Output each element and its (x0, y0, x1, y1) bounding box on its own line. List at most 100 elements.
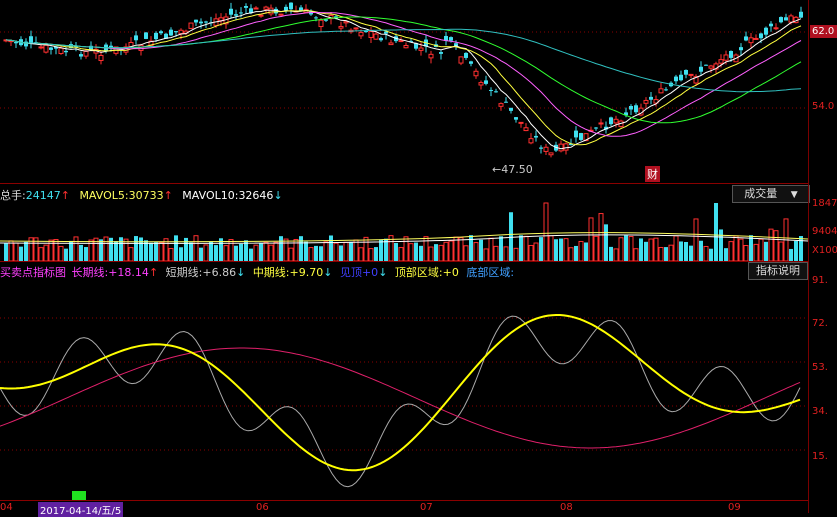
candle-body (799, 11, 803, 18)
volume-bar (584, 242, 588, 261)
volume-bar (633, 248, 639, 261)
candle-body (739, 47, 743, 51)
volume-bar (209, 241, 213, 261)
volume-bar (223, 245, 229, 261)
candle-body (263, 6, 269, 10)
volume-bar (333, 242, 339, 261)
candle-body (543, 146, 549, 152)
cursor-date-label: 2017-04-14/五/5 (38, 502, 124, 517)
volume-bar (268, 244, 274, 261)
volume-bar (103, 236, 109, 261)
volume-bar (314, 245, 318, 261)
indicator-chart[interactable] (0, 278, 808, 500)
candlestick-chart[interactable] (0, 0, 808, 185)
candle-body (229, 8, 233, 15)
volume-bar (374, 247, 378, 261)
volume-bar (699, 240, 703, 261)
candle-body (684, 69, 688, 75)
candle-body (629, 106, 633, 110)
volume-bar (343, 241, 349, 261)
candle-body (43, 44, 49, 53)
volume-bar (273, 241, 279, 261)
volume-bar (323, 241, 329, 261)
candle-body (64, 50, 68, 53)
candle-body (194, 19, 198, 23)
volume-bar (578, 240, 584, 261)
candle-body (253, 7, 259, 10)
candle-body (268, 7, 274, 15)
ma30-line (5, 16, 802, 124)
candle-body (159, 31, 163, 34)
financial-report-marker[interactable]: 财 (645, 166, 660, 182)
candle-body (658, 88, 664, 94)
indicator-tick: 34. (812, 406, 828, 417)
volume-bar (479, 239, 483, 261)
volume-bar (613, 248, 619, 261)
volume-bar (134, 236, 138, 261)
candle-body (484, 80, 488, 84)
volume-bar (618, 237, 624, 261)
low-price-marker: ←47.50 (492, 163, 533, 176)
candle-body (373, 33, 379, 40)
volume-bar (154, 242, 158, 261)
candle-body (144, 32, 148, 39)
candle-body (244, 6, 248, 8)
volume-bar (239, 243, 243, 261)
time-label: 08 (560, 502, 573, 513)
volume-bar (329, 235, 333, 261)
candle-body (338, 25, 344, 29)
volume-bar (488, 237, 494, 261)
candle-body (744, 36, 748, 41)
mid-line (0, 347, 801, 449)
volume-bar (719, 229, 723, 261)
candle-body (379, 38, 383, 41)
candle-body (368, 31, 374, 38)
volume-bar (563, 238, 569, 261)
volume-bar (149, 242, 153, 261)
volume-bar (179, 247, 183, 261)
candle-body (534, 135, 538, 138)
volume-bar (368, 248, 374, 261)
volume-bar (8, 240, 14, 261)
volume-tick: X100 (812, 245, 837, 256)
volume-bar (158, 241, 164, 261)
volume-bar (684, 241, 688, 261)
volume-bar (203, 244, 209, 261)
volume-bar (513, 247, 519, 261)
volume-bar (768, 228, 774, 261)
candle-body (473, 70, 479, 77)
volume-bar (624, 235, 628, 261)
volume-bar (533, 242, 539, 261)
volume-bar (658, 246, 664, 261)
price-axis[interactable]: 54.0 1847 9404 X100 91. 72. 53. 34. 15. (808, 0, 837, 513)
candle-body (769, 23, 773, 27)
volume-bar (733, 235, 739, 261)
candle-body (109, 45, 113, 48)
candle-body (514, 117, 518, 120)
volume-bar (339, 245, 343, 261)
volume-bar (664, 247, 668, 261)
candle-body (688, 73, 694, 76)
volume-bar (99, 239, 103, 261)
volume-bar (19, 246, 23, 261)
volume-bar (249, 248, 253, 261)
volume-bar (349, 241, 353, 261)
candle-body (523, 127, 529, 132)
volume-bar (693, 218, 699, 261)
volume-bar (628, 235, 634, 261)
candle-body (579, 133, 583, 140)
candle-body (79, 54, 83, 57)
indicator-tick: 72. (812, 318, 828, 329)
candle-body (29, 36, 33, 43)
volume-bar (714, 203, 718, 261)
candle-body (204, 21, 208, 23)
candle-body (518, 121, 524, 124)
volume-bar (559, 238, 563, 261)
volume-bar (773, 230, 779, 261)
volume-bar (443, 241, 449, 261)
volume-chart[interactable] (0, 201, 808, 261)
candle-body (748, 37, 754, 44)
candle-body (58, 47, 64, 54)
volume-bar (543, 202, 549, 261)
volume-bar (794, 240, 798, 261)
